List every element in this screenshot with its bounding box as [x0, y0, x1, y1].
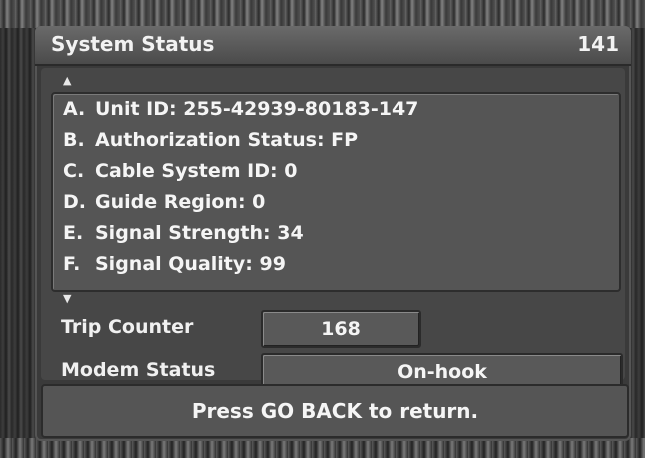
- list-item-signal-quality[interactable]: F. Signal Quality: 99: [63, 253, 286, 275]
- background-video: [0, 0, 645, 28]
- list-item-letter: D.: [63, 191, 86, 213]
- list-item-signal-strength[interactable]: E. Signal Strength: 34: [63, 222, 304, 244]
- status-body: ▲ A. Unit ID: 255-42939-80183-147 B. Autho…: [41, 68, 625, 391]
- list-item-text: Authorization Status: FP: [95, 129, 359, 151]
- list-item-letter: E.: [63, 222, 84, 244]
- title-bar: System Status 141: [35, 26, 631, 66]
- list-item-letter: F.: [63, 253, 81, 275]
- list-item-text: Guide Region: 0: [95, 191, 266, 213]
- list-item-letter: C.: [63, 160, 85, 182]
- list-item-unit-id[interactable]: A. Unit ID: 255-42939-80183-147: [63, 98, 418, 120]
- trip-counter-value: 168: [261, 310, 421, 348]
- status-list[interactable]: A. Unit ID: 255-42939-80183-147 B. Authori…: [51, 92, 621, 292]
- channel-number: 141: [577, 32, 619, 56]
- list-item-letter: A.: [63, 98, 86, 120]
- list-item-text: Unit ID: 255-42939-80183-147: [95, 98, 419, 120]
- list-item-text: Cable System ID: 0: [95, 160, 298, 182]
- list-item-letter: B.: [63, 129, 85, 151]
- scroll-down-icon[interactable]: ▼: [63, 292, 71, 305]
- background-video-bottom: [0, 438, 645, 458]
- scroll-up-icon[interactable]: ▲: [63, 74, 71, 87]
- tv-screen: System Status 141 ▲ A. Unit ID: 255-42939…: [0, 0, 645, 458]
- system-status-panel: System Status 141 ▲ A. Unit ID: 255-42939…: [35, 26, 631, 441]
- list-item-guide-region[interactable]: D. Guide Region: 0: [63, 191, 265, 213]
- list-item-cable-system-id[interactable]: C. Cable System ID: 0: [63, 160, 297, 182]
- list-item-authorization-status[interactable]: B. Authorization Status: FP: [63, 129, 358, 151]
- list-item-text: Signal Strength: 34: [95, 222, 304, 244]
- go-back-hint: Press GO BACK to return.: [41, 384, 629, 438]
- page-title: System Status: [51, 32, 215, 56]
- modem-status-label: Modem Status: [61, 359, 216, 381]
- list-item-text: Signal Quality: 99: [95, 253, 286, 275]
- trip-counter-label: Trip Counter: [61, 316, 194, 338]
